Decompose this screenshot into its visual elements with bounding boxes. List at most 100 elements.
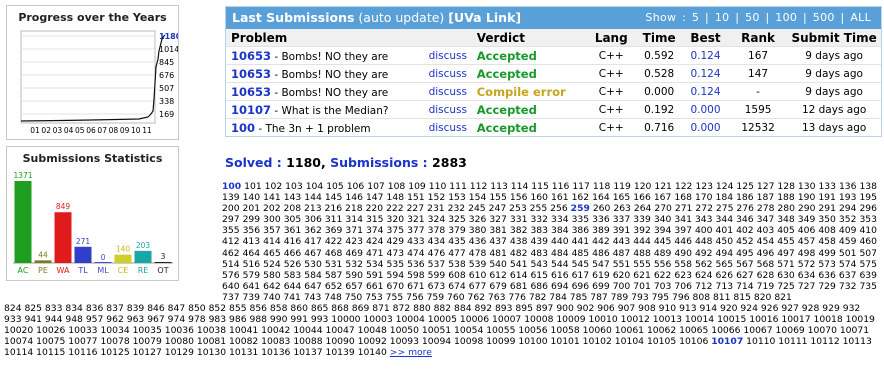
show-label: Show <box>645 11 677 24</box>
submission-stats-panel: Submissions Statistics 1371 AC 44 PE 849 WA 27… <box>6 146 179 281</box>
stats-bar-pe <box>34 260 52 263</box>
progress-y-tick-label: 845 <box>159 58 174 67</box>
submission-row: 10653 - Bombs! NO they are discuss Compile… <box>226 82 881 101</box>
stats-bar-re <box>134 250 152 263</box>
col-best: Best <box>682 29 729 47</box>
last-submissions-panel: Last Submissions (auto update) [UVa Link… <box>225 6 882 137</box>
problem-number-link[interactable]: 10107 <box>231 103 271 117</box>
solved-problems-list-continued: 824 825 833 834 836 837 839 846 847 850 … <box>4 303 880 358</box>
time-cell: 0.716 <box>636 118 683 136</box>
discuss-link[interactable]: discuss <box>423 118 472 136</box>
problem-number-link[interactable]: 10653 <box>231 49 271 63</box>
problem-cell: 10653 - Bombs! NO they are <box>226 64 424 83</box>
recent-solved-problem-link[interactable]: 10107 <box>711 336 743 347</box>
rank-cell: 147 <box>728 64 788 83</box>
recent-solved-problem-link[interactable]: 259 <box>571 203 590 214</box>
submission-row: 10107 - What is the Median? discuss Accept… <box>226 100 881 119</box>
stats-value-label: 1371 <box>13 171 32 180</box>
problem-number-link[interactable]: 100 <box>231 121 255 135</box>
col-submit-time: Submit Time <box>787 29 881 47</box>
problem-title-link[interactable]: - Bombs! NO they are <box>271 51 388 63</box>
stats-category-label: OT <box>157 266 168 275</box>
time-cell: 0.528 <box>636 64 683 83</box>
discuss-link[interactable]: discuss <box>423 46 472 65</box>
progress-x-tick-label: 09 <box>120 126 130 135</box>
lang-cell: C++ <box>586 46 637 65</box>
progress-x-tick-label: 11 <box>142 126 152 135</box>
stats-value-label: 203 <box>136 241 151 250</box>
progress-y-tick-label: 169 <box>159 110 174 119</box>
show-option-50[interactable]: 50 <box>745 11 760 24</box>
stats-category-label: TL <box>77 266 88 275</box>
col-time: Time <box>636 29 683 47</box>
progress-y-tick-label: 1014 <box>159 45 178 54</box>
stats-value-label: 140 <box>116 245 131 254</box>
show-option-5[interactable]: 5 <box>692 11 699 24</box>
time-cell: 0.592 <box>636 46 683 65</box>
stats-value-label: 3 <box>161 252 166 261</box>
progress-x-tick-label: 05 <box>75 126 85 135</box>
submission-row: 10653 - Bombs! NO they are discuss Accepte… <box>226 46 881 65</box>
submit-time-cell: 9 days ago <box>787 64 881 83</box>
discuss-link[interactable]: discuss <box>423 82 472 101</box>
verdict-cell: Accepted <box>471 46 587 65</box>
progress-y-tick-label: 507 <box>159 84 174 93</box>
stats-value-label: 849 <box>56 202 71 211</box>
best-time-link[interactable]: 0.000 <box>682 118 729 136</box>
submit-time-cell: 13 days ago <box>787 118 881 136</box>
stats-category-label: AC <box>18 266 29 275</box>
lang-cell: C++ <box>586 82 637 101</box>
col-lang: Lang <box>586 29 637 47</box>
recent-solved-problem-link[interactable]: 100 <box>222 181 241 192</box>
best-time-link[interactable]: 0.000 <box>682 100 729 119</box>
submit-time-cell: 9 days ago <box>787 82 881 101</box>
discuss-link[interactable]: discuss <box>423 64 472 83</box>
solved-problems-list: 100 101 102 103 104 105 106 107 108 109 … <box>222 181 877 303</box>
problem-title-link[interactable]: - What is the Median? <box>271 105 388 117</box>
best-time-link[interactable]: 0.124 <box>682 46 729 65</box>
show-option-100[interactable]: 100 <box>775 11 797 24</box>
rank-cell: - <box>728 82 788 101</box>
verdict-cell: Accepted <box>471 64 587 83</box>
problem-title-link[interactable]: - Bombs! NO they are <box>271 87 388 99</box>
show-option-500[interactable]: 500 <box>813 11 835 24</box>
more-problems-link[interactable]: >> more <box>390 347 432 358</box>
problem-cell: 10653 - Bombs! NO they are <box>226 82 424 101</box>
submit-time-cell: 9 days ago <box>787 46 881 65</box>
show-option-all[interactable]: ALL <box>850 11 871 24</box>
stats-category-label: WA <box>57 266 70 275</box>
stats-category-label: CE <box>118 266 129 275</box>
verdict-cell: Accepted <box>471 100 587 119</box>
last-submissions-header: Last Submissions (auto update) [UVa Link… <box>226 7 881 29</box>
stats-bar-ce <box>114 254 132 263</box>
progress-x-tick-label: 02 <box>41 126 51 135</box>
progress-x-tick-label: 08 <box>109 126 119 135</box>
solved-summary: Solved : 1180, Submissions : 2883 <box>225 155 467 170</box>
progress-plot-area <box>20 30 156 124</box>
time-cell: 0.192 <box>636 100 683 119</box>
col-rank: Rank <box>728 29 788 47</box>
solved-count: 1180 <box>286 155 321 170</box>
stats-bar-wa <box>54 212 72 263</box>
submissions-count: 2883 <box>432 155 467 170</box>
best-time-link[interactable]: 0.124 <box>682 64 729 83</box>
discuss-link[interactable]: discuss <box>423 100 472 119</box>
best-time-link[interactable]: 0.124 <box>682 82 729 101</box>
uva-link[interactable]: [UVa Link] <box>448 10 521 25</box>
problem-cell: 10107 - What is the Median? <box>226 100 424 119</box>
submissions-table: Problem Verdict Lang Time Best Rank Subm… <box>226 29 881 136</box>
solved-problem-numbers[interactable]: 260 263 264 270 271 272 275 276 278 280 … <box>222 203 877 303</box>
progress-x-tick-label: 04 <box>64 126 74 135</box>
progress-x-tick-label: 10 <box>131 126 141 135</box>
last-submissions-title: Last Submissions <box>232 10 355 25</box>
problem-title-link[interactable]: - Bombs! NO they are <box>271 69 388 81</box>
rank-cell: 167 <box>728 46 788 65</box>
progress-x-tick-label: 07 <box>97 126 107 135</box>
problem-number-link[interactable]: 10653 <box>231 67 271 81</box>
problem-number-link[interactable]: 10653 <box>231 85 271 99</box>
show-option-10[interactable]: 10 <box>715 11 730 24</box>
verdict-cell: Compile error <box>471 82 587 101</box>
progress-y-tick-label: 676 <box>159 71 174 80</box>
problem-title-link[interactable]: - The 3n + 1 problem <box>255 123 370 135</box>
lang-cell: C++ <box>586 118 637 136</box>
